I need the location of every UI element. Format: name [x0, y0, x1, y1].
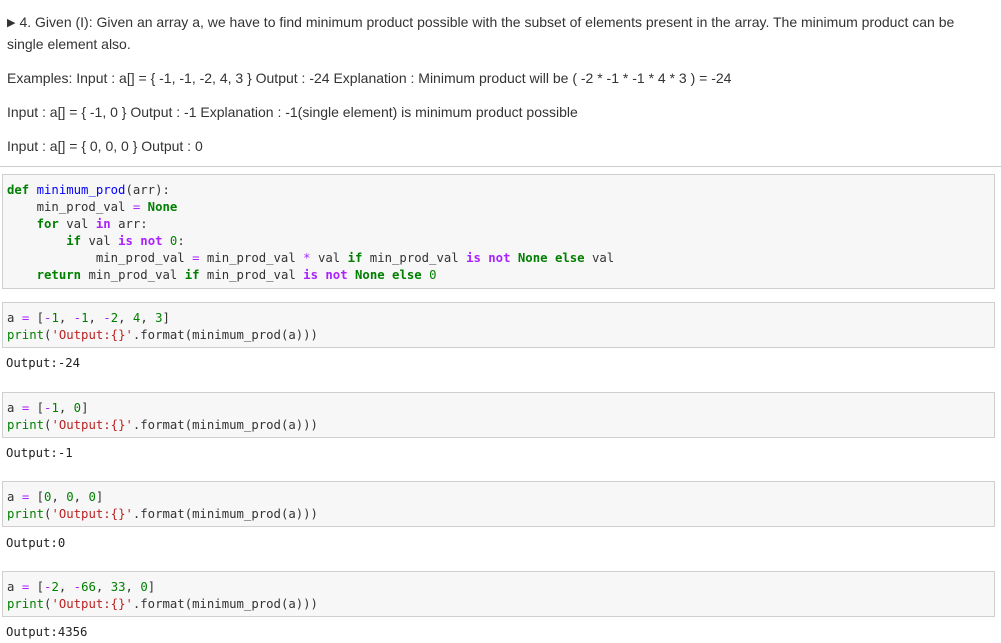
divider	[0, 166, 1001, 167]
cell-output-1: Output:-24	[6, 356, 81, 370]
code-source[interactable]: a = [0, 0, 0] print('Output:{}'.format(m…	[3, 482, 994, 523]
collapse-triangle-icon[interactable]: ▶	[7, 17, 15, 29]
code-cell-1[interactable]: a = [-1, -1, -2, 4, 3] print('Output:{}'…	[2, 302, 995, 348]
example-3: Input : a[] = { 0, 0, 0 } Output : 0	[7, 138, 203, 154]
code-source[interactable]: a = [-1, 0] print('Output:{}'.format(min…	[3, 393, 994, 434]
code-cell-4[interactable]: a = [-2, -66, 33, 0] print('Output:{}'.f…	[2, 571, 995, 617]
code-source[interactable]: def minimum_prod(arr): min_prod_val = No…	[3, 175, 994, 284]
code-source[interactable]: a = [-1, -1, -2, 4, 3] print('Output:{}'…	[3, 303, 994, 344]
example-2: Input : a[] = { -1, 0 } Output : -1 Expl…	[7, 104, 578, 120]
code-cell-3[interactable]: a = [0, 0, 0] print('Output:{}'.format(m…	[2, 481, 995, 527]
cell-output-4: Output:4356	[6, 625, 88, 639]
problem-statement: 4. Given (I): Given an array a, we have …	[19, 14, 955, 30]
cell-output-3: Output:0	[6, 536, 66, 550]
problem-statement-continued: single element also.	[7, 36, 131, 52]
code-cell-2[interactable]: a = [-1, 0] print('Output:{}'.format(min…	[2, 392, 995, 438]
code-cell-definition[interactable]: def minimum_prod(arr): min_prod_val = No…	[2, 174, 995, 289]
markdown-heading: ▶ 4. Given (I): Given an array a, we have…	[7, 14, 954, 30]
code-source[interactable]: a = [-2, -66, 33, 0] print('Output:{}'.f…	[3, 572, 994, 613]
example-1: Examples: Input : a[] = { -1, -1, -2, 4,…	[7, 70, 732, 86]
cell-output-2: Output:-1	[6, 446, 73, 460]
